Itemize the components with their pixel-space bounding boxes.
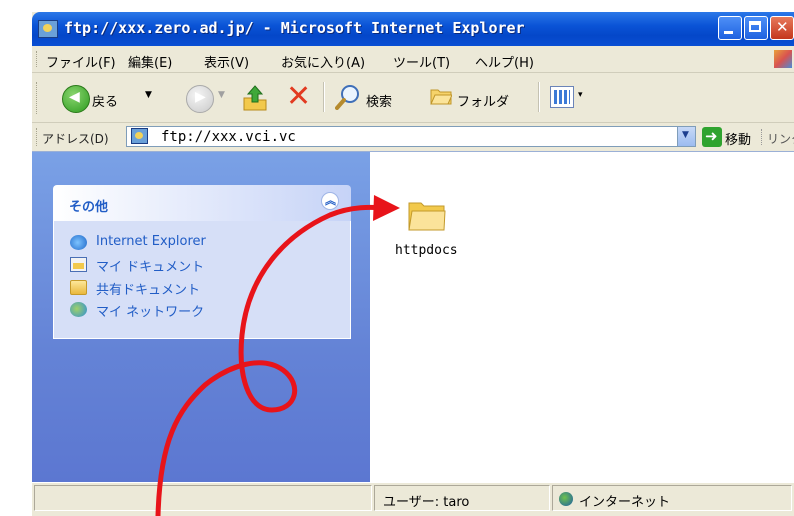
status-zone: インターネット: [579, 495, 671, 510]
folders-button-label[interactable]: フォルダ: [457, 91, 509, 110]
status-bar: ユーザー: taro インターネット: [32, 482, 794, 516]
status-user-cell: ユーザー: taro: [374, 485, 550, 511]
addressbar-grip[interactable]: [36, 128, 39, 146]
task-link-label[interactable]: Internet Explorer: [96, 234, 206, 249]
maximize-button[interactable]: [744, 16, 768, 40]
collapse-chevron-icon[interactable]: [321, 192, 339, 210]
menu-file[interactable]: ファイル(F): [46, 52, 116, 71]
go-arrow-icon[interactable]: [702, 127, 722, 147]
back-button-label[interactable]: 戻る: [92, 91, 118, 110]
toolbar-separator: [538, 82, 540, 112]
stop-icon[interactable]: ✕: [286, 82, 311, 112]
ftp-site-icon: [131, 128, 148, 144]
back-arrow-icon[interactable]: [62, 85, 90, 113]
close-button[interactable]: [770, 16, 794, 40]
file-item-label[interactable]: httpdocs: [395, 243, 458, 258]
address-label: アドレス(D): [42, 132, 109, 146]
other-places-header[interactable]: その他: [53, 185, 351, 221]
status-zone-cell: インターネット: [552, 485, 792, 511]
address-dropdown-icon[interactable]: [677, 127, 695, 146]
minimize-button[interactable]: [718, 16, 742, 40]
forward-arrow-icon[interactable]: [186, 85, 214, 113]
search-icon[interactable]: [335, 84, 361, 110]
status-message-cell: [34, 485, 372, 511]
folders-icon[interactable]: [430, 87, 452, 105]
task-link-label[interactable]: 共有ドキュメント: [96, 279, 200, 298]
window-title: ftp://xxx.zero.ad.jp/ - Microsoft Intern…: [64, 19, 525, 37]
menu-tools[interactable]: ツール(T): [393, 52, 450, 71]
toolbar-grip[interactable]: [36, 82, 39, 114]
forward-dropdown-icon[interactable]: ▼: [218, 90, 225, 100]
ftp-folder-icon: [38, 20, 58, 38]
folder-icon[interactable]: [407, 198, 447, 232]
address-input[interactable]: ftp://xxx.vci.vc: [126, 126, 696, 147]
standard-toolbar: 戻る ▼ ▼ ✕ 検索 フォルダ ▾: [32, 72, 794, 123]
toolbar-separator: [323, 82, 325, 112]
menu-help[interactable]: ヘルプ(H): [475, 52, 534, 71]
menu-edit[interactable]: 編集(E): [128, 52, 172, 71]
address-value[interactable]: ftp://xxx.vci.vc: [161, 129, 296, 145]
my-network-icon: [70, 302, 87, 317]
go-button-label[interactable]: 移動: [725, 129, 751, 148]
internet-explorer-icon: [70, 235, 87, 250]
links-grip[interactable]: [761, 129, 763, 145]
task-pane: その他 Internet Explorer マイ ドキュメント 共有ドキュメント: [32, 152, 370, 482]
task-link-label[interactable]: マイ ネットワーク: [96, 301, 204, 320]
address-bar: アドレス(D) ftp://xxx.vci.vc 移動 リンク: [32, 123, 794, 151]
internet-zone-icon: [559, 492, 573, 506]
views-dropdown-icon[interactable]: ▾: [578, 90, 583, 100]
status-user: ユーザー: taro: [383, 495, 470, 510]
search-button-label[interactable]: 検索: [366, 91, 392, 110]
title-bar[interactable]: ftp://xxx.zero.ad.jp/ - Microsoft Intern…: [32, 12, 794, 46]
content-area: その他 Internet Explorer マイ ドキュメント 共有ドキュメント: [32, 151, 794, 482]
folder-up-icon[interactable]: [242, 84, 268, 112]
other-places-title[interactable]: その他: [69, 196, 108, 215]
menu-bar: ファイル(F) 編集(E) 表示(V) お気に入り(A) ツール(T) ヘルプ(…: [32, 46, 794, 73]
other-places-list: Internet Explorer マイ ドキュメント 共有ドキュメント マイ …: [53, 221, 351, 339]
browser-window: ftp://xxx.zero.ad.jp/ - Microsoft Intern…: [32, 12, 794, 516]
shared-documents-icon: [70, 280, 87, 295]
windows-flag-icon: [774, 50, 792, 68]
menu-view[interactable]: 表示(V): [204, 52, 249, 71]
menubar-grip[interactable]: [36, 51, 39, 67]
menu-favorites[interactable]: お気に入り(A): [281, 52, 365, 71]
views-icon[interactable]: [550, 86, 574, 108]
back-dropdown-icon[interactable]: ▼: [145, 90, 152, 100]
links-button[interactable]: リンク: [767, 130, 794, 147]
my-documents-icon: [70, 257, 87, 272]
task-link-label[interactable]: マイ ドキュメント: [96, 256, 204, 275]
